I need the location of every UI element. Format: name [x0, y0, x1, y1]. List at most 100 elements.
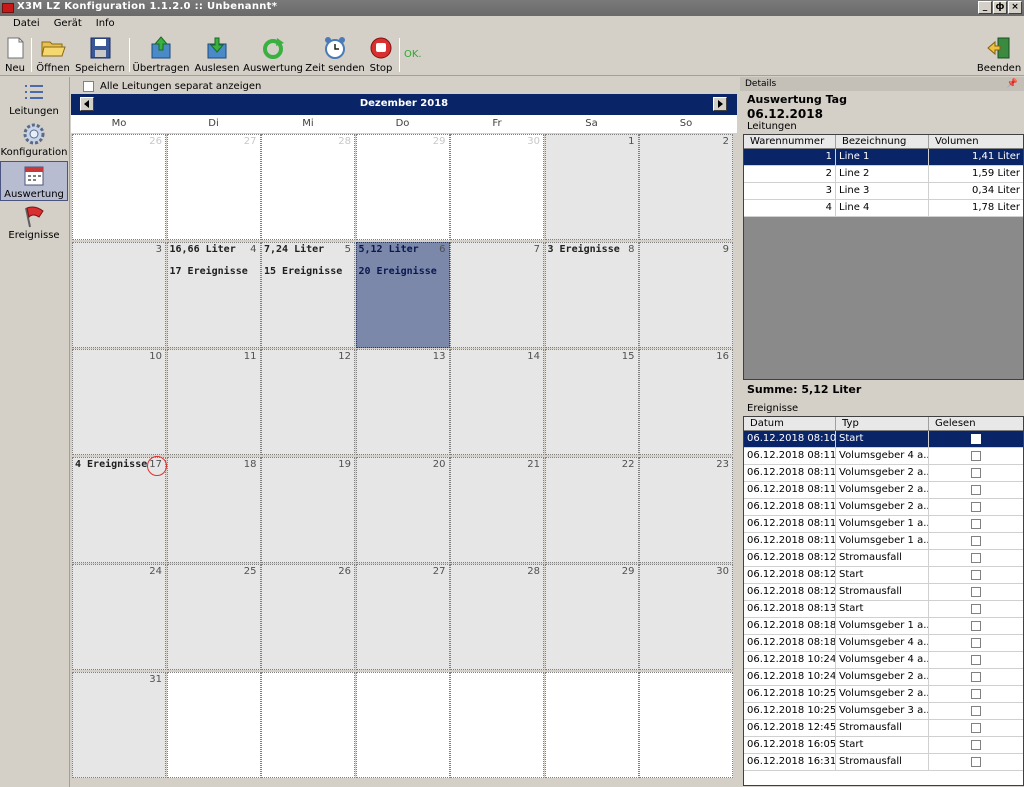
- new-button[interactable]: Neu: [2, 36, 28, 74]
- calendar-day-cell[interactable]: 30: [639, 564, 733, 670]
- calendar-day-cell[interactable]: 10: [72, 349, 166, 455]
- column-header[interactable]: Typ: [836, 417, 929, 430]
- calendar-day-cell[interactable]: 7: [450, 241, 544, 348]
- table-row[interactable]: 06.12.2018 08:12 Start: [744, 567, 1023, 584]
- calendar-day-cell[interactable]: 29: [355, 134, 450, 240]
- evaluation-button[interactable]: Auswertung: [243, 36, 303, 74]
- calendar-day-cell[interactable]: 29: [544, 564, 639, 670]
- read-checkbox[interactable]: [971, 485, 981, 495]
- calendar-day-cell[interactable]: 21: [450, 456, 544, 563]
- column-header[interactable]: Warennummer: [744, 135, 836, 148]
- table-row[interactable]: 06.12.2018 16:05 Start: [744, 737, 1023, 754]
- nav-leitungen[interactable]: Leitungen: [0, 79, 68, 119]
- next-month-button[interactable]: [713, 97, 727, 111]
- calendar-day-cell[interactable]: 14: [450, 349, 544, 455]
- table-row[interactable]: 4 Line 4 1,78 Liter: [744, 200, 1023, 217]
- calendar-day-cell[interactable]: 9: [639, 241, 733, 348]
- nav-ereignisse[interactable]: Ereignisse: [0, 203, 68, 243]
- restore-button[interactable]: ф: [993, 1, 1007, 14]
- table-row[interactable]: 06.12.2018 08:12 Stromausfall: [744, 550, 1023, 567]
- calendar-day-cell[interactable]: 2: [639, 134, 733, 240]
- column-header[interactable]: Gelesen: [929, 417, 1023, 430]
- read-button[interactable]: Auslesen: [194, 36, 240, 74]
- calendar-day-cell[interactable]: 19: [261, 456, 355, 563]
- table-row[interactable]: 06.12.2018 08:11 Volumsgeber 2 a...: [744, 482, 1023, 499]
- calendar-day-cell[interactable]: 8 3 Ereignisse: [544, 241, 639, 348]
- calendar-day-cell[interactable]: 27: [166, 134, 261, 240]
- close-button[interactable]: ×: [1008, 1, 1022, 14]
- calendar-day-cell[interactable]: 30: [450, 134, 544, 240]
- stop-button[interactable]: Stop: [368, 36, 394, 74]
- table-row[interactable]: 06.12.2018 08:11 Volumsgeber 2 a...: [744, 499, 1023, 516]
- exit-button[interactable]: Beenden: [976, 36, 1022, 74]
- read-checkbox[interactable]: [971, 655, 981, 665]
- read-checkbox[interactable]: [971, 757, 981, 767]
- table-row[interactable]: 06.12.2018 08:11 Volumsgeber 1 a...: [744, 533, 1023, 550]
- calendar-day-cell[interactable]: 27: [355, 564, 450, 670]
- table-row[interactable]: 06.12.2018 08:10 Start: [744, 431, 1023, 448]
- read-checkbox[interactable]: [971, 468, 981, 478]
- read-checkbox[interactable]: [971, 723, 981, 733]
- calendar-day-cell[interactable]: 11: [166, 349, 261, 455]
- calendar-day-cell[interactable]: 23: [639, 456, 733, 563]
- calendar-day-cell[interactable]: 31: [72, 671, 166, 778]
- table-row[interactable]: 3 Line 3 0,34 Liter: [744, 183, 1023, 200]
- table-row[interactable]: 06.12.2018 08:11 Volumsgeber 4 a...: [744, 448, 1023, 465]
- table-row[interactable]: 06.12.2018 10:24 Volumsgeber 4 a...: [744, 652, 1023, 669]
- open-button[interactable]: Öffnen: [36, 36, 70, 74]
- calendar-day-cell[interactable]: 18: [166, 456, 261, 563]
- table-row[interactable]: 2 Line 2 1,59 Liter: [744, 166, 1023, 183]
- calendar-day-cell[interactable]: 15: [544, 349, 639, 455]
- read-checkbox[interactable]: [971, 621, 981, 631]
- send-time-button[interactable]: Zeit senden: [305, 36, 365, 74]
- calendar-day-cell[interactable]: 28: [450, 564, 544, 670]
- calendar-day-cell[interactable]: [166, 671, 261, 778]
- calendar-day-cell[interactable]: [450, 671, 544, 778]
- calendar-day-cell[interactable]: 24: [72, 564, 166, 670]
- column-header[interactable]: Bezeichnung: [836, 135, 929, 148]
- nav-auswertung[interactable]: Auswertung: [0, 161, 68, 201]
- menu-info[interactable]: Info: [89, 16, 122, 34]
- read-checkbox[interactable]: [971, 519, 981, 529]
- minimize-button[interactable]: _: [978, 1, 992, 14]
- calendar-day-cell[interactable]: [355, 671, 450, 778]
- read-checkbox[interactable]: [971, 689, 981, 699]
- read-checkbox[interactable]: [971, 740, 981, 750]
- calendar-day-cell[interactable]: 3: [72, 241, 166, 348]
- read-checkbox[interactable]: [971, 587, 981, 597]
- table-row[interactable]: 06.12.2018 08:11 Volumsgeber 2 a...: [744, 465, 1023, 482]
- transfer-button[interactable]: Übertragen: [133, 36, 189, 74]
- show-all-lines-checkbox[interactable]: [83, 81, 94, 92]
- read-checkbox[interactable]: [971, 706, 981, 716]
- calendar-day-cell[interactable]: 5 7,24 Liter 15 Ereignisse: [261, 241, 355, 348]
- save-button[interactable]: Speichern: [75, 36, 125, 74]
- calendar-day-cell[interactable]: 26: [72, 134, 166, 240]
- calendar-day-cell[interactable]: [544, 671, 639, 778]
- column-header[interactable]: Datum: [744, 417, 836, 430]
- calendar-day-cell[interactable]: [261, 671, 355, 778]
- calendar-day-cell[interactable]: 22: [544, 456, 639, 563]
- read-checkbox[interactable]: [971, 434, 981, 444]
- table-row[interactable]: 06.12.2018 08:13 Start: [744, 601, 1023, 618]
- calendar-day-cell[interactable]: 28: [261, 134, 355, 240]
- show-all-lines-option[interactable]: Alle Leitungen separat anzeigen: [83, 81, 261, 92]
- nav-konfiguration[interactable]: Konfiguration: [0, 120, 68, 160]
- calendar-day-cell[interactable]: [639, 671, 733, 778]
- table-row[interactable]: 06.12.2018 12:45 Stromausfall: [744, 720, 1023, 737]
- calendar-day-cell[interactable]: 26: [261, 564, 355, 670]
- read-checkbox[interactable]: [971, 553, 981, 563]
- table-row[interactable]: 06.12.2018 10:25 Volumsgeber 3 a...: [744, 703, 1023, 720]
- table-row[interactable]: 06.12.2018 16:31 Stromausfall: [744, 754, 1023, 771]
- table-row[interactable]: 1 Line 1 1,41 Liter: [744, 149, 1023, 166]
- read-checkbox[interactable]: [971, 536, 981, 546]
- read-checkbox[interactable]: [971, 604, 981, 614]
- table-row[interactable]: 06.12.2018 08:18 Volumsgeber 4 a...: [744, 635, 1023, 652]
- calendar-day-cell[interactable]: 12: [261, 349, 355, 455]
- read-checkbox[interactable]: [971, 502, 981, 512]
- calendar-day-cell[interactable]: 17 4 Ereignisse: [72, 455, 167, 563]
- calendar-day-cell[interactable]: 16: [639, 349, 733, 455]
- menu-geraet[interactable]: Gerät: [47, 16, 89, 34]
- table-row[interactable]: 06.12.2018 08:12 Stromausfall: [744, 584, 1023, 601]
- calendar-day-cell[interactable]: 4 16,66 Liter 17 Ereignisse: [166, 241, 261, 348]
- table-row[interactable]: 06.12.2018 10:25 Volumsgeber 2 a...: [744, 686, 1023, 703]
